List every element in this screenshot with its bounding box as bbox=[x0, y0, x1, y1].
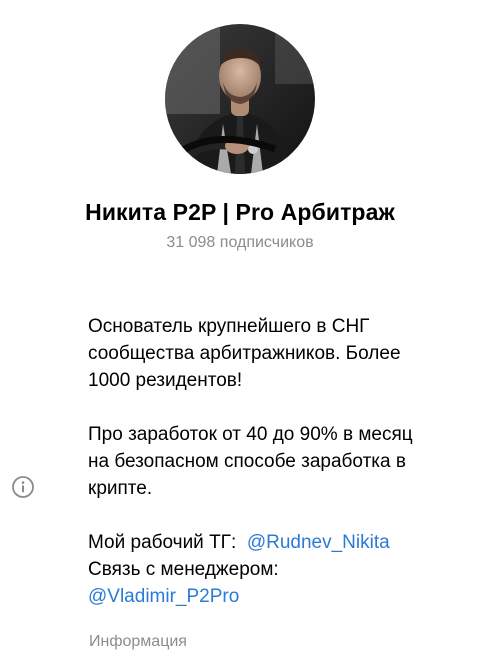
channel-description: Основатель крупнейшего в СНГ сообщества … bbox=[88, 313, 488, 610]
work-contact-line: Мой рабочий ТГ: @Rudnev_Nikita bbox=[88, 529, 488, 556]
manager-username-link[interactable]: @Vladimir_P2Pro bbox=[88, 586, 239, 607]
description-line: Про заработок от 40 до 90% в месяц bbox=[88, 424, 413, 445]
description-line: 1000 резидентов! bbox=[88, 370, 243, 391]
channel-info-panel: Никита P2P | Pro Арбитраж 31 098 подписч… bbox=[0, 0, 494, 661]
subscriber-count: 31 098 подписчиков bbox=[166, 234, 314, 251]
manager-contact-label: Связь с менеджером: bbox=[88, 559, 279, 580]
avatar-photo bbox=[165, 24, 315, 174]
description-line: Основатель крупнейшего в СНГ bbox=[88, 316, 370, 337]
channel-avatar[interactable] bbox=[165, 24, 315, 174]
description-line: крипте. bbox=[88, 478, 153, 499]
description-line: сообщества арбитражников. Более bbox=[88, 343, 401, 364]
work-contact-label: Мой рабочий ТГ: bbox=[88, 532, 237, 553]
info-section-label: Информация bbox=[89, 633, 187, 650]
description-line: на безопасном способе заработка в bbox=[88, 451, 406, 472]
info-circle-icon bbox=[11, 475, 35, 499]
work-username-link[interactable]: @Rudnev_Nikita bbox=[247, 532, 390, 553]
channel-title: Никита P2P | Pro Арбитраж bbox=[85, 199, 395, 225]
